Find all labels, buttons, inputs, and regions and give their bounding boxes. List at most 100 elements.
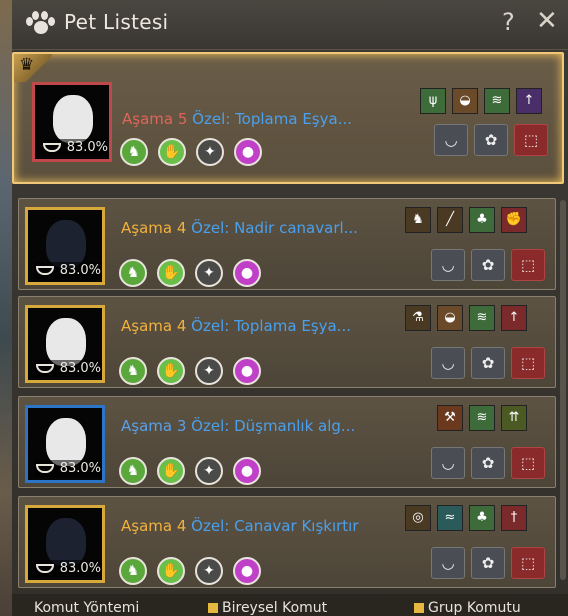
- scrollbar[interactable]: [560, 200, 566, 580]
- paw-command-button[interactable]: ✿: [471, 249, 505, 281]
- pet-special: Özel: Toplama Eşya...: [191, 317, 351, 335]
- hammer-icon[interactable]: ⚒: [437, 405, 463, 431]
- pet-image: [53, 95, 93, 143]
- release-pet-button[interactable]: ⬚: [511, 447, 545, 479]
- cat-command-icon[interactable]: ♞: [119, 357, 147, 385]
- feed-bowl-button[interactable]: ◡: [431, 547, 465, 579]
- feed-bowl-button[interactable]: ◡: [431, 347, 465, 379]
- pet-image: [46, 518, 86, 566]
- paw-command-button[interactable]: ✿: [471, 347, 505, 379]
- pet-stage: Aşama 3: [121, 417, 187, 435]
- pet-card[interactable]: 83.0% Aşama 4 Özel: Toplama Eşya... ♞ ✋ ✦ ● ⚗ ◒…: [18, 296, 556, 388]
- pickaxe-up-icon[interactable]: ↑: [501, 305, 527, 331]
- pet-card[interactable]: 83.0% Aşama 3 Özel: Düşmanlık alg... ♞ ✋ ✦ ● ⚒…: [18, 396, 556, 488]
- cat-command-icon[interactable]: ♞: [119, 457, 147, 485]
- feed-bowl-button[interactable]: ◡: [431, 447, 465, 479]
- pet-special: Özel: Nadir canavarl...: [191, 219, 358, 237]
- bowl-icon: [36, 464, 54, 473]
- paw-icon: [26, 11, 55, 37]
- pet-stage-info: Aşama 4 Özel: Toplama Eşya...: [121, 317, 351, 335]
- release-pet-button[interactable]: ⬚: [514, 124, 548, 156]
- loot-bag-icon[interactable]: ●: [233, 457, 261, 485]
- individual-command-option[interactable]: Bireysel Komut: [208, 600, 327, 616]
- fish-icon[interactable]: ≈: [437, 505, 463, 531]
- rifle-icon[interactable]: ╱: [437, 207, 463, 233]
- title-bar[interactable]: Pet Listesi ? ✕: [12, 0, 568, 50]
- hand-command-icon[interactable]: ✋: [157, 259, 185, 287]
- group-command-option[interactable]: Grup Komutu: [414, 600, 521, 616]
- compass-icon[interactable]: ✦: [195, 457, 223, 485]
- loot-bag-icon[interactable]: ●: [233, 557, 261, 585]
- close-button[interactable]: ✕: [536, 6, 558, 36]
- clover-icon[interactable]: ♣: [469, 505, 495, 531]
- pet-portrait[interactable]: 83.0%: [25, 207, 105, 285]
- pet-portrait[interactable]: 83.0%: [25, 305, 105, 383]
- wing-icon[interactable]: ≋: [484, 88, 510, 114]
- pet-card[interactable]: 83.0% Aşama 4 Özel: Canavar Kışkırtır ♞ ✋ ✦ ●…: [18, 496, 556, 588]
- pet-card[interactable]: ♛ 83.0% Aşama 5 Özel: Toplama Eşya... ♞ ✋ ✦ ● ψ…: [12, 52, 564, 184]
- pet-card[interactable]: 83.0% Aşama 4 Özel: Nadir canavarl... ♞ ✋ ✦ ●…: [18, 198, 556, 290]
- bowl-icon: [36, 266, 54, 275]
- hand-command-icon[interactable]: ✋: [157, 457, 185, 485]
- pet-stage: Aşama 4: [121, 517, 187, 535]
- pet-stage: Aşama 4: [121, 317, 187, 335]
- pet-portrait[interactable]: 83.0%: [32, 82, 112, 162]
- horse-icon[interactable]: ♞: [405, 207, 431, 233]
- cat-command-icon[interactable]: ♞: [120, 138, 148, 166]
- hand-command-icon[interactable]: ✋: [157, 557, 185, 585]
- feed-bowl-button[interactable]: ◡: [434, 124, 468, 156]
- compass-icon[interactable]: ✦: [195, 259, 223, 287]
- wing-icon[interactable]: ≋: [469, 305, 495, 331]
- food-meter: 83.0%: [41, 139, 109, 156]
- loot-bag-icon[interactable]: ●: [233, 259, 261, 287]
- potion-icon[interactable]: ⚗: [405, 305, 431, 331]
- cat-command-icon[interactable]: ♞: [119, 259, 147, 287]
- paw-command-button[interactable]: ✿: [471, 447, 505, 479]
- arrows-up-icon[interactable]: ⇈: [501, 405, 527, 431]
- compass-icon[interactable]: ✦: [196, 138, 224, 166]
- paw-command-button[interactable]: ✿: [474, 124, 508, 156]
- harvest-icon[interactable]: ψ: [420, 88, 446, 114]
- pet-portrait[interactable]: 83.0%: [25, 505, 105, 583]
- release-pet-button[interactable]: ⬚: [511, 347, 545, 379]
- checkbox-icon: [414, 603, 424, 613]
- wing-icon[interactable]: ≋: [469, 405, 495, 431]
- pet-special: Özel: Düşmanlık alg...: [191, 417, 356, 435]
- compass-icon[interactable]: ✦: [195, 357, 223, 385]
- release-pet-button[interactable]: ⬚: [511, 547, 545, 579]
- bird-icon[interactable]: ◒: [452, 88, 478, 114]
- cat-command-icon[interactable]: ♞: [119, 557, 147, 585]
- help-button[interactable]: ?: [502, 8, 515, 36]
- pet-stage-info: Aşama 4 Özel: Canavar Kışkırtır: [121, 517, 359, 535]
- compass-icon[interactable]: ✦: [195, 557, 223, 585]
- crown-icon: ♛: [14, 54, 52, 82]
- clover-icon[interactable]: ♣: [469, 207, 495, 233]
- sword-up-icon[interactable]: †: [501, 505, 527, 531]
- fist-icon[interactable]: ✊: [501, 207, 527, 233]
- pet-list-window: Pet Listesi ? ✕ ♛ 83.0% Aşama 5 Özel: Topl…: [0, 0, 568, 616]
- feed-bowl-button[interactable]: ◡: [431, 249, 465, 281]
- release-pet-button[interactable]: ⬚: [511, 249, 545, 281]
- paw-command-button[interactable]: ✿: [471, 547, 505, 579]
- hand-command-icon[interactable]: ✋: [157, 357, 185, 385]
- pet-special: Özel: Canavar Kışkırtır: [191, 517, 359, 535]
- loot-bag-icon[interactable]: ●: [233, 357, 261, 385]
- pet-stage-info: Aşama 5 Özel: Toplama Eşya...: [122, 110, 352, 128]
- food-meter: 83.0%: [34, 460, 102, 477]
- pet-stage-info: Aşama 3 Özel: Düşmanlık alg...: [121, 417, 355, 435]
- game-background-strip: [0, 0, 12, 616]
- carriage-icon[interactable]: ◎: [405, 505, 431, 531]
- bottom-bar: Komut Yöntemi Bireysel Komut Grup Komutu: [12, 594, 568, 616]
- hand-command-icon[interactable]: ✋: [158, 138, 186, 166]
- bowl-icon: [36, 564, 54, 573]
- window-title: Pet Listesi: [64, 10, 169, 34]
- pet-image: [46, 318, 86, 366]
- loot-bag-icon[interactable]: ●: [234, 138, 262, 166]
- pet-list: ♛ 83.0% Aşama 5 Özel: Toplama Eşya... ♞ ✋ ✦ ● ψ…: [12, 52, 564, 607]
- food-percent: 83.0%: [59, 461, 101, 476]
- food-meter: 83.0%: [34, 360, 102, 377]
- bird-icon[interactable]: ◒: [437, 305, 463, 331]
- pickaxe-up-icon[interactable]: ↑: [516, 88, 542, 114]
- pet-portrait[interactable]: 83.0%: [25, 405, 105, 483]
- food-percent: 83.0%: [59, 361, 101, 376]
